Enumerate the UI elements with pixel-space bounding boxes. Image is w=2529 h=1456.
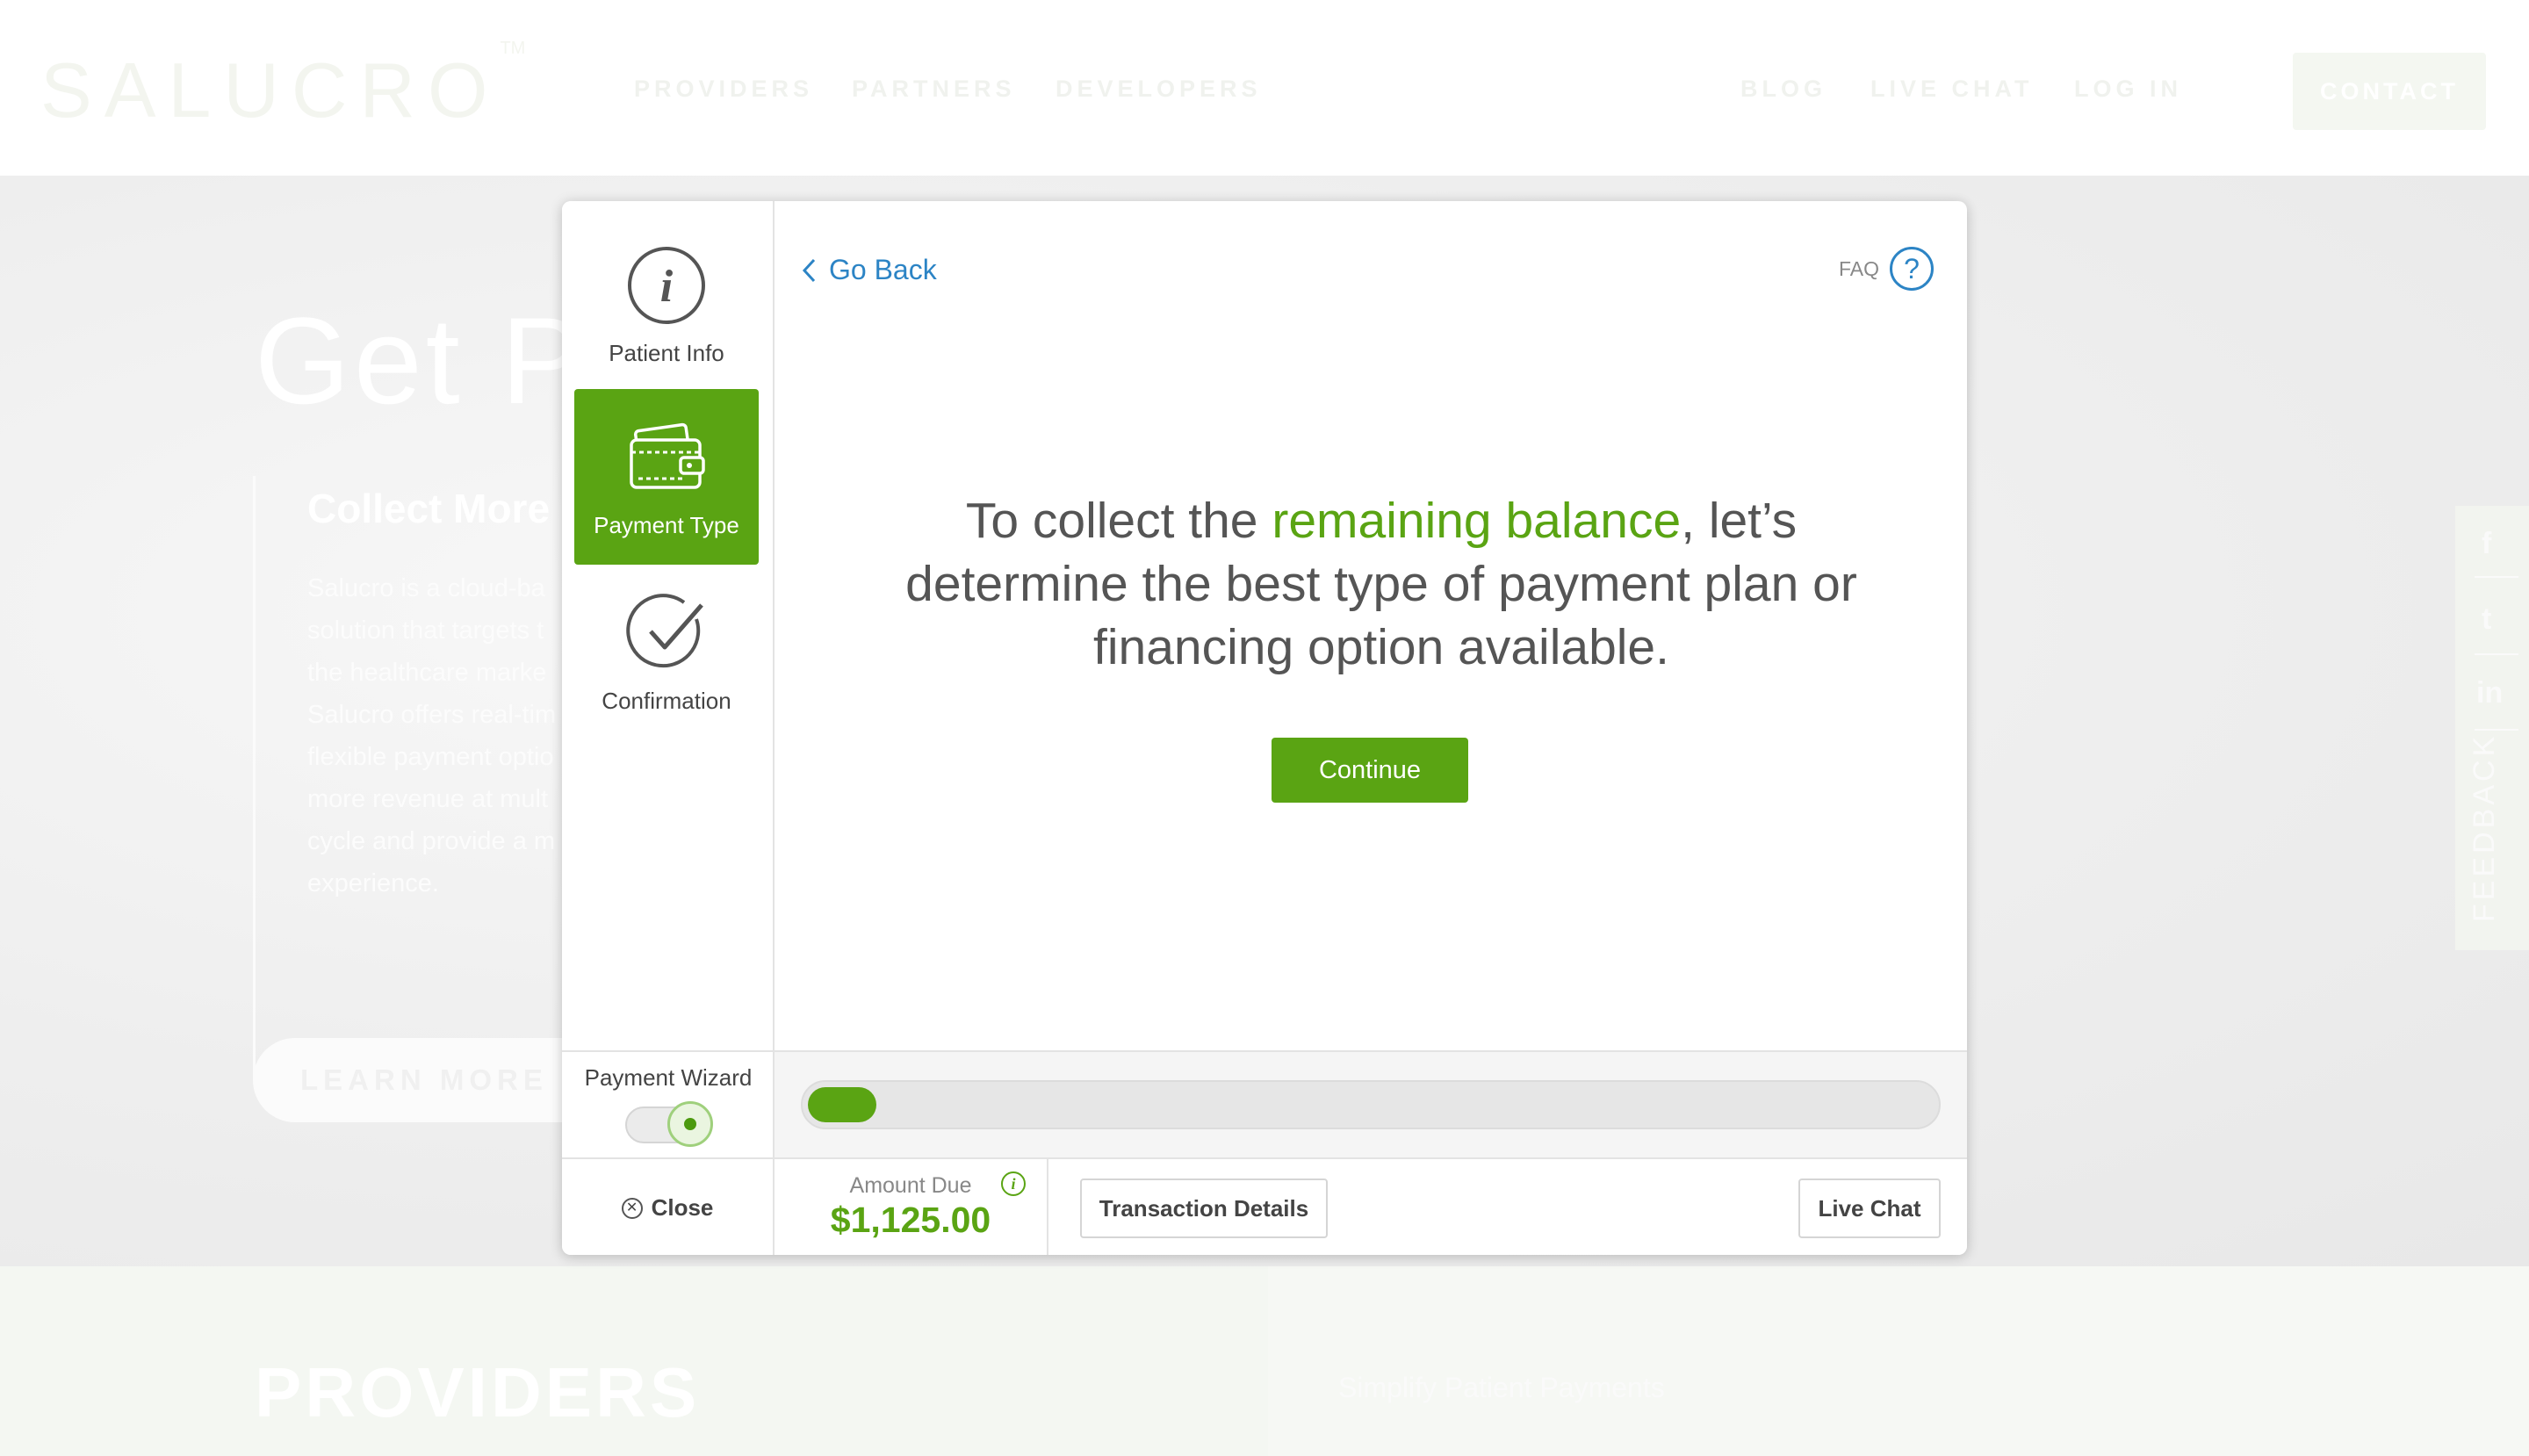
toggle-knob[interactable]: [667, 1101, 713, 1147]
go-back-link[interactable]: Go Back: [801, 254, 937, 286]
wizard-content: Go Back FAQ ? To collect the remaining b…: [775, 201, 1967, 1050]
live-chat-button[interactable]: Live Chat: [1798, 1178, 1941, 1238]
faq-link[interactable]: FAQ ?: [1839, 247, 1934, 291]
step-label: Payment Type: [594, 512, 739, 538]
facebook-icon[interactable]: f: [2482, 527, 2491, 561]
social-divider: [2475, 576, 2518, 578]
twitter-icon[interactable]: t: [2482, 602, 2491, 637]
feedback-label[interactable]: FEEDBACK: [2468, 733, 2502, 922]
headline-highlight: remaining balance: [1272, 493, 1682, 549]
checkmark-icon: [626, 594, 703, 668]
nav-developers[interactable]: DEVELOPERS: [1056, 76, 1262, 103]
wizard-headline: To collect the remaining balance, let’s …: [850, 489, 1913, 679]
hero-body: Salucro is a cloud-ba solution that targ…: [307, 574, 557, 897]
providers-subtitle: Simplify Patient Payments: [1338, 1372, 1665, 1403]
social-divider: [2475, 653, 2518, 655]
hero-divider: [253, 476, 256, 1080]
wizard-steps-sidebar: i Patient Info Payment Type Confirmation: [562, 201, 775, 1050]
chevron-left-icon: [802, 258, 816, 282]
payment-wizard-modal: i Patient Info Payment Type Confirmation: [562, 201, 1967, 1255]
continue-button[interactable]: Continue: [1272, 738, 1468, 803]
info-icon: i: [628, 247, 705, 324]
nav-providers[interactable]: PROVIDERS: [634, 76, 813, 103]
go-back-label: Go Back: [829, 254, 937, 285]
svg-text:i: i: [660, 262, 674, 312]
nav-partners[interactable]: PARTNERS: [852, 76, 1016, 103]
site-header: SALUCROTM PROVIDERS PARTNERS DEVELOPERS …: [0, 0, 2529, 176]
help-icon: ?: [1890, 247, 1934, 291]
wizard-progress-bar: [801, 1080, 1941, 1129]
social-divider: [2475, 729, 2518, 731]
step-patient-info[interactable]: i Patient Info: [574, 220, 759, 396]
step-label: Confirmation: [602, 688, 731, 714]
faq-label: FAQ: [1838, 256, 1879, 280]
wizard-toggle-cell: Payment Wizard: [562, 1052, 775, 1157]
linkedin-icon[interactable]: in: [2476, 676, 2503, 710]
nav-log-in[interactable]: LOG IN: [2074, 76, 2182, 103]
info-icon[interactable]: i: [1001, 1171, 1026, 1196]
amount-due-cell: Amount Due $1,125.00 i: [775, 1159, 1048, 1255]
close-label: Close: [651, 1194, 714, 1221]
providers-title: PROVIDERS: [255, 1353, 701, 1431]
headline-text: To collect the: [965, 493, 1272, 549]
step-confirmation[interactable]: Confirmation: [574, 570, 759, 746]
logo-text: SALUCRO: [40, 47, 501, 133]
step-label: Patient Info: [609, 340, 724, 366]
contact-button[interactable]: CONTACT: [2293, 53, 2486, 130]
wallet-icon: [630, 422, 705, 489]
transaction-details-button[interactable]: Transaction Details: [1080, 1178, 1328, 1238]
salucro-logo[interactable]: SALUCROTM: [40, 39, 525, 135]
step-payment-type[interactable]: Payment Type: [574, 389, 759, 565]
modal-footer: ✕ Close Amount Due $1,125.00 i Transacti…: [562, 1157, 1967, 1255]
nav-blog[interactable]: BLOG: [1740, 76, 1826, 103]
nav-live-chat[interactable]: LIVE CHAT: [1870, 76, 2034, 103]
payment-wizard-label: Payment Wizard: [584, 1064, 753, 1091]
close-button[interactable]: ✕ Close: [562, 1159, 775, 1255]
progress-fill: [808, 1087, 876, 1122]
wizard-progress-row: Payment Wizard: [562, 1050, 1967, 1157]
close-icon: ✕: [621, 1197, 643, 1219]
amount-due-value: $1,125.00: [830, 1200, 991, 1240]
logo-trademark: TM: [500, 39, 526, 58]
hero-subtitle: Collect More: [307, 486, 551, 531]
providers-right-panel: [1268, 1266, 2529, 1456]
